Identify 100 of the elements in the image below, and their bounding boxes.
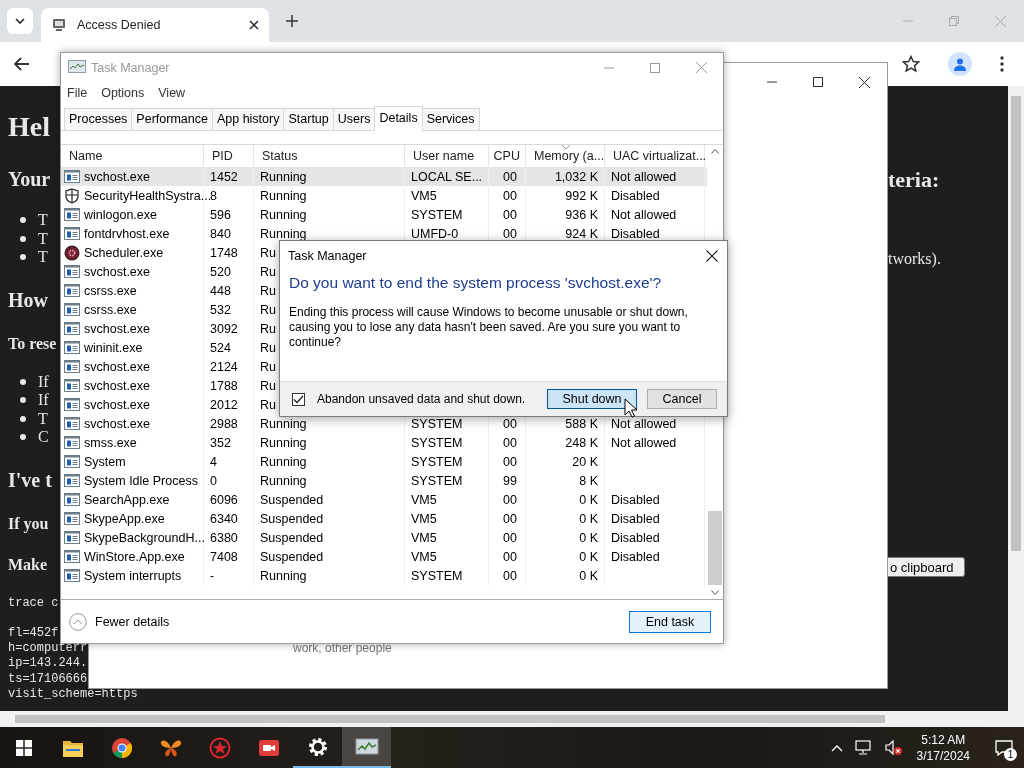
clock-time: 5:12 AM xyxy=(921,731,966,748)
end-task-button[interactable]: End task xyxy=(629,610,711,633)
process-row[interactable]: SkypeBackgroundH... 6380 Suspended VM5 00 0 K Disabled xyxy=(61,528,707,547)
table-cell: 6380 xyxy=(210,530,238,545)
tab[interactable]: Performance xyxy=(131,108,213,130)
table-cell: Not allowed xyxy=(611,416,677,431)
page-heading: How xyxy=(8,287,48,313)
process-row[interactable]: System 4 Running SYSTEM 00 20 K xyxy=(61,452,707,471)
tab[interactable]: Services xyxy=(421,108,480,130)
task-manager-icon[interactable] xyxy=(342,727,391,768)
scrollbar[interactable] xyxy=(1008,86,1024,711)
tab[interactable]: Users xyxy=(332,108,376,130)
table-cell: 352 xyxy=(210,435,231,450)
close-icon[interactable] xyxy=(706,250,718,262)
shut-down-button[interactable]: Shut down xyxy=(547,389,637,409)
table-cell: 248 K xyxy=(565,435,598,450)
process-row[interactable]: smss.exe 352 Running SYSTEM 00 248 K Not allowed xyxy=(61,433,707,452)
table-cell: 0 K xyxy=(579,530,598,545)
menu-icon[interactable] xyxy=(1000,56,1004,72)
scrollbar-thumb[interactable] xyxy=(1011,96,1021,551)
scrollbar-thumb[interactable] xyxy=(708,511,722,585)
menu-item[interactable]: Options xyxy=(101,86,145,100)
scroll-down-icon[interactable] xyxy=(711,590,719,595)
table-cell: svchost.exe xyxy=(84,416,150,431)
process-row[interactable]: SecurityHealthSystra...8 Running VM5 00 992 K Disabled xyxy=(61,186,707,205)
application-icon xyxy=(64,550,80,563)
window-title: Task Manager xyxy=(91,60,170,75)
tab[interactable]: Details xyxy=(374,106,423,131)
application-icon xyxy=(64,170,80,183)
table-cell: 00 xyxy=(503,188,517,203)
tab[interactable]: Processes xyxy=(64,108,133,130)
process-row[interactable]: System Idle Process 0 Running SYSTEM 99 8 K xyxy=(61,471,707,490)
scroll-up-icon[interactable] xyxy=(711,149,719,154)
caret-icon xyxy=(15,18,25,24)
bullet-icon xyxy=(20,378,26,385)
tab[interactable]: Startup xyxy=(283,108,334,130)
cancel-button[interactable]: Cancel xyxy=(647,389,717,409)
menu-item[interactable]: File xyxy=(67,86,88,100)
chevron-up-icon[interactable] xyxy=(830,743,843,752)
table-cell: System xyxy=(84,454,126,469)
process-row[interactable]: SearchApp.exe 6096 Suspended VM5 00 0 K Disabled xyxy=(61,490,707,509)
notification-count: 1 xyxy=(1004,748,1017,761)
close-icon[interactable] xyxy=(249,20,259,30)
browser-tab[interactable]: Access Denied xyxy=(41,8,269,42)
maximize-icon[interactable] xyxy=(813,77,823,87)
table-cell: Ru xyxy=(260,245,276,260)
table-cell: SkypeBackgroundH... xyxy=(84,530,205,545)
table-cell: UMFD-0 xyxy=(411,226,459,241)
process-row[interactable]: System interrupts - Running SYSTEM 00 0 K xyxy=(61,566,707,585)
table-cell: SYSTEM xyxy=(411,568,463,583)
application-icon xyxy=(64,265,80,278)
back-icon[interactable] xyxy=(14,57,30,71)
shield-icon xyxy=(64,187,80,204)
clock[interactable]: 5:12 AM 3/17/2024 xyxy=(916,731,970,764)
scrollbar[interactable] xyxy=(0,711,1024,727)
copy-button[interactable]: o clipboard xyxy=(888,557,965,577)
table-cell: Running xyxy=(260,454,307,469)
close-icon[interactable] xyxy=(859,76,870,88)
menu-item[interactable]: View xyxy=(158,86,186,100)
fewer-details-link[interactable]: Fewer details xyxy=(69,612,170,631)
notifications-button[interactable]: 1 xyxy=(984,727,1024,768)
table-cell: Not allowed xyxy=(611,435,677,450)
checkbox-label[interactable]: Abandon unsaved data and shut down. xyxy=(317,392,526,406)
table-cell: Running xyxy=(260,416,307,431)
window-text: work, other people xyxy=(293,641,392,655)
table-cell: winlogon.exe xyxy=(84,207,157,222)
table-cell: 524 xyxy=(210,340,231,355)
application-icon xyxy=(64,379,80,392)
profile-avatar[interactable] xyxy=(948,52,972,76)
star-icon[interactable] xyxy=(902,55,920,73)
process-row[interactable]: winlogon.exe 596 Running SYSTEM 00 936 K Not allowed xyxy=(61,205,707,224)
table-cell: csrss.exe xyxy=(84,302,137,317)
page-heading: I've t xyxy=(8,467,52,493)
table-cell: 99 xyxy=(503,473,517,488)
tab[interactable]: App history xyxy=(211,108,285,130)
new-tab-icon[interactable] xyxy=(286,15,298,27)
table-cell: 00 xyxy=(503,454,517,469)
volume-muted-icon[interactable] xyxy=(884,739,903,756)
network-icon[interactable] xyxy=(854,739,873,756)
table-cell: 588 K xyxy=(565,416,598,431)
process-row[interactable]: svchost.exe 1452 Running LOCAL SE... 00 1,032 K Not allowed xyxy=(61,167,707,186)
table-cell: 1788 xyxy=(210,378,238,393)
dialog-message: Ending this process will cause Windows to become unusable or shut down, causing you to lose any data hasn't been saved. Are you sure you want to continue? xyxy=(288,304,689,350)
table-cell: Running xyxy=(260,473,307,488)
table-cell: System interrupts xyxy=(84,568,182,583)
table-cell: Running xyxy=(260,207,307,222)
application-icon xyxy=(64,360,80,373)
table-cell: Scheduler.exe xyxy=(84,245,164,260)
table-cell: Disabled xyxy=(611,188,660,203)
tab-list-button[interactable] xyxy=(7,8,33,34)
computer-icon xyxy=(51,17,67,33)
process-row[interactable]: SkypeApp.exe 6340 Suspended VM5 00 0 K Disabled xyxy=(61,509,707,528)
table-cell: 7408 xyxy=(210,549,238,564)
checkbox[interactable] xyxy=(292,392,305,406)
process-row[interactable]: WinStore.App.exe 7408 Suspended VM5 00 0 K Disabled xyxy=(61,547,707,566)
table-cell: 532 xyxy=(210,302,231,317)
scrollbar-thumb[interactable] xyxy=(15,715,885,723)
list-item-text: If xyxy=(38,391,49,410)
table-cell: csrss.exe xyxy=(84,283,137,298)
application-icon xyxy=(64,455,80,468)
